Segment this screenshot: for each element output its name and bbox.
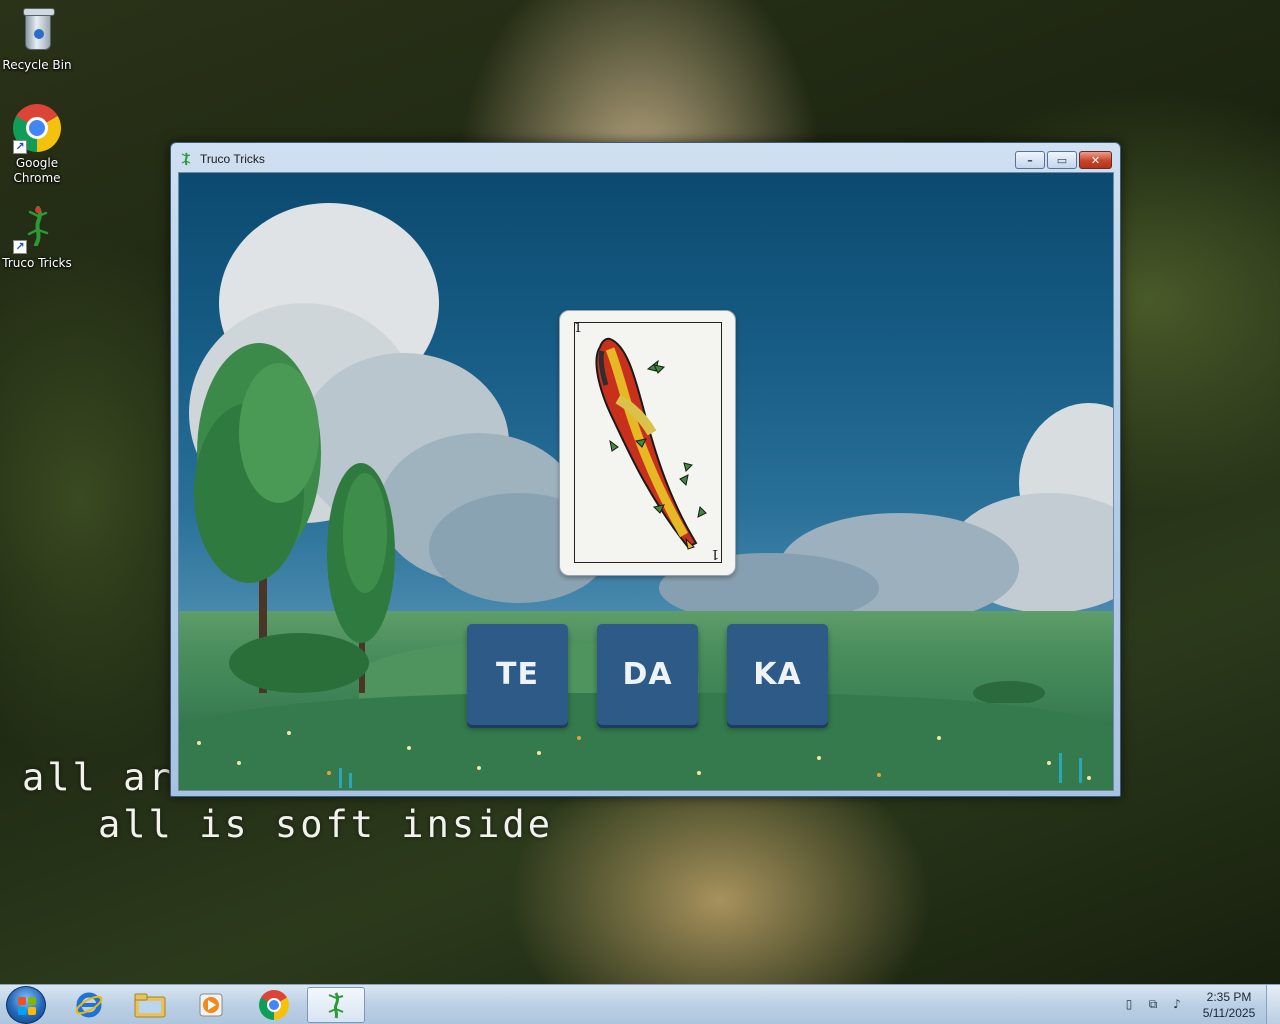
app-window: Truco Tricks – ▭ ✕ 1 1 TE DA KA (170, 142, 1121, 797)
chrome-icon: ↗ (13, 104, 61, 154)
media-player-icon (199, 993, 223, 1017)
desktop-icon-recycle-bin[interactable]: Recycle Bin (0, 6, 74, 73)
gecko-icon: ↗ (13, 204, 61, 254)
taskbar-windows-explorer[interactable] (121, 987, 179, 1023)
taskbar-truco-tricks[interactable] (307, 987, 365, 1023)
clock-time: 2:35 PM (1206, 990, 1252, 1004)
taskbar-media-player[interactable] (182, 987, 240, 1023)
window-titlebar[interactable]: Truco Tricks – ▭ ✕ (171, 143, 1120, 173)
minimize-button[interactable]: – (1015, 151, 1045, 169)
desktop-icon-label: Truco Tricks (2, 256, 72, 270)
clock-date: 5/11/2025 (1202, 1006, 1256, 1020)
game-canvas[interactable]: 1 1 TE DA KA (178, 172, 1114, 791)
close-button[interactable]: ✕ (1079, 151, 1112, 169)
card-rank-bottom: 1 (710, 546, 719, 561)
bush (973, 681, 1045, 703)
chrome-icon (259, 990, 289, 1020)
syllable-button-te[interactable]: TE (467, 624, 568, 725)
wallpaper-lyric-line-2: all is soft inside (98, 803, 553, 846)
playing-card[interactable]: 1 1 (559, 310, 736, 576)
card-rank-top: 1 (574, 321, 583, 336)
taskbar-clock[interactable]: 2:35 PM 5/11/2025 (1198, 989, 1260, 1021)
close-icon: ✕ (1090, 153, 1101, 167)
flowers (197, 731, 1091, 788)
taskbar-internet-explorer[interactable] (60, 987, 118, 1023)
maximize-button[interactable]: ▭ (1047, 151, 1077, 169)
show-desktop-button[interactable] (1266, 985, 1280, 1024)
club-icon (595, 337, 707, 550)
maximize-icon: ▭ (1056, 153, 1068, 167)
window-title: Truco Tricks (200, 152, 265, 166)
tree-cluster (194, 343, 395, 693)
syllable-button-ka[interactable]: KA (727, 624, 828, 725)
internet-explorer-icon (75, 992, 103, 1018)
taskbar: ▯ ⧉ ♪ 2:35 PM 5/11/2025 (0, 984, 1280, 1024)
taskbar-google-chrome[interactable] (245, 987, 303, 1023)
recycle-bin-icon (13, 6, 61, 54)
syllable-button-da[interactable]: DA (597, 624, 698, 725)
volume-icon[interactable]: ♪ (1170, 997, 1184, 1011)
start-button[interactable] (6, 986, 46, 1024)
desktop-icon-truco-tricks[interactable]: ↗ Truco Tricks (0, 204, 74, 271)
desktop-icon-label: Recycle Bin (2, 58, 72, 72)
network-icon[interactable]: ⧉ (1146, 997, 1160, 1011)
gecko-icon (328, 992, 344, 1019)
system-tray: ▯ ⧉ ♪ (1122, 997, 1184, 1011)
gecko-icon (181, 152, 191, 166)
desktop-icon-label: Google Chrome (13, 156, 61, 185)
folder-icon (134, 993, 166, 1018)
desktop-icon-google-chrome[interactable]: ↗ Google Chrome (0, 104, 74, 186)
battery-icon[interactable]: ▯ (1122, 997, 1136, 1011)
minimize-icon: – (1027, 153, 1033, 167)
windows-logo-icon (18, 997, 36, 1015)
